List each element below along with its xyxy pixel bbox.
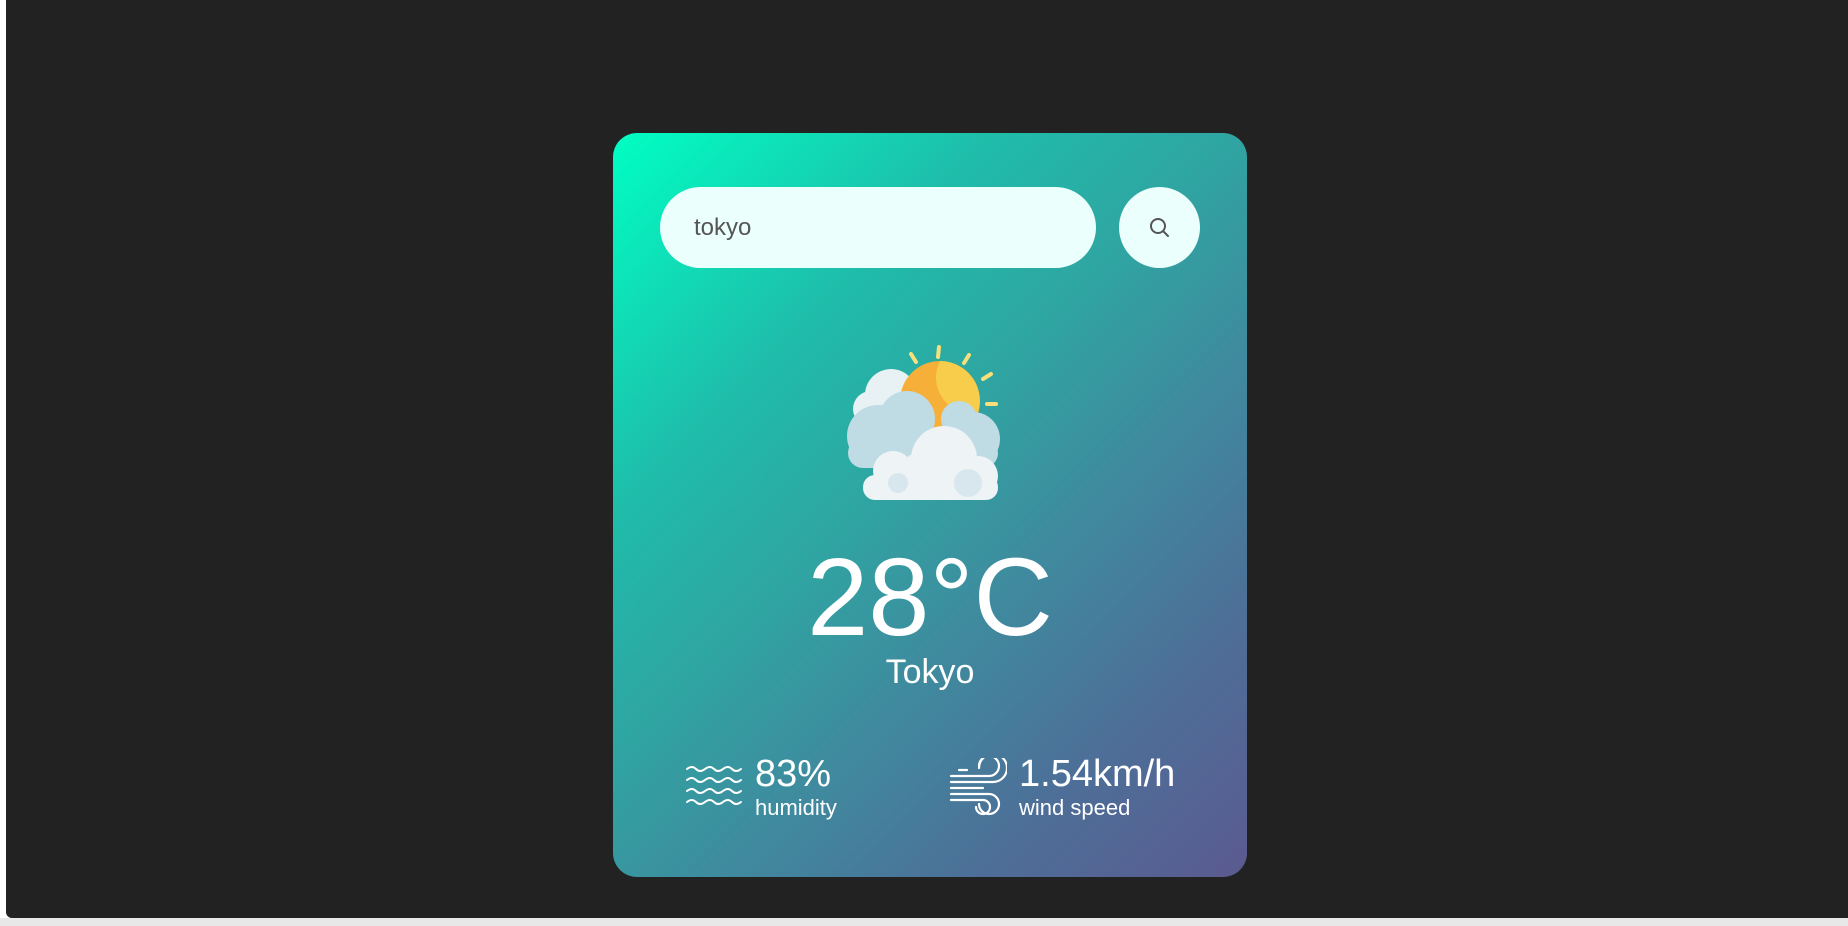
temperature: 28°C — [807, 536, 1053, 659]
humidity-label: humidity — [755, 795, 837, 820]
search-bar — [660, 187, 1200, 268]
humidity-value: 83% — [755, 753, 832, 795]
wind-icon — [949, 758, 1007, 816]
humidity-waves-icon — [686, 766, 742, 805]
humidity-text: 83% humidity — [755, 755, 837, 819]
search-button[interactable] — [1119, 187, 1200, 268]
wind-text: 1.54km/h wind speed — [1019, 755, 1175, 819]
page-background: 28°C Tokyo 83% humidity — [6, 0, 1848, 918]
sun-behind-clouds-icon — [847, 345, 1000, 500]
wind-detail: 1.54km/h wind speed — [949, 755, 1175, 819]
wind-speed-label: wind speed — [1019, 795, 1131, 820]
wind-speed-value: 1.54km/h — [1019, 753, 1176, 795]
weather-card: 28°C Tokyo 83% humidity — [613, 133, 1247, 877]
city-name: Tokyo — [885, 653, 975, 691]
window-bottom-edge — [0, 918, 1848, 926]
city-search-input[interactable] — [660, 187, 1096, 268]
search-icon — [1149, 217, 1169, 237]
humidity-detail: 83% humidity — [685, 755, 837, 819]
